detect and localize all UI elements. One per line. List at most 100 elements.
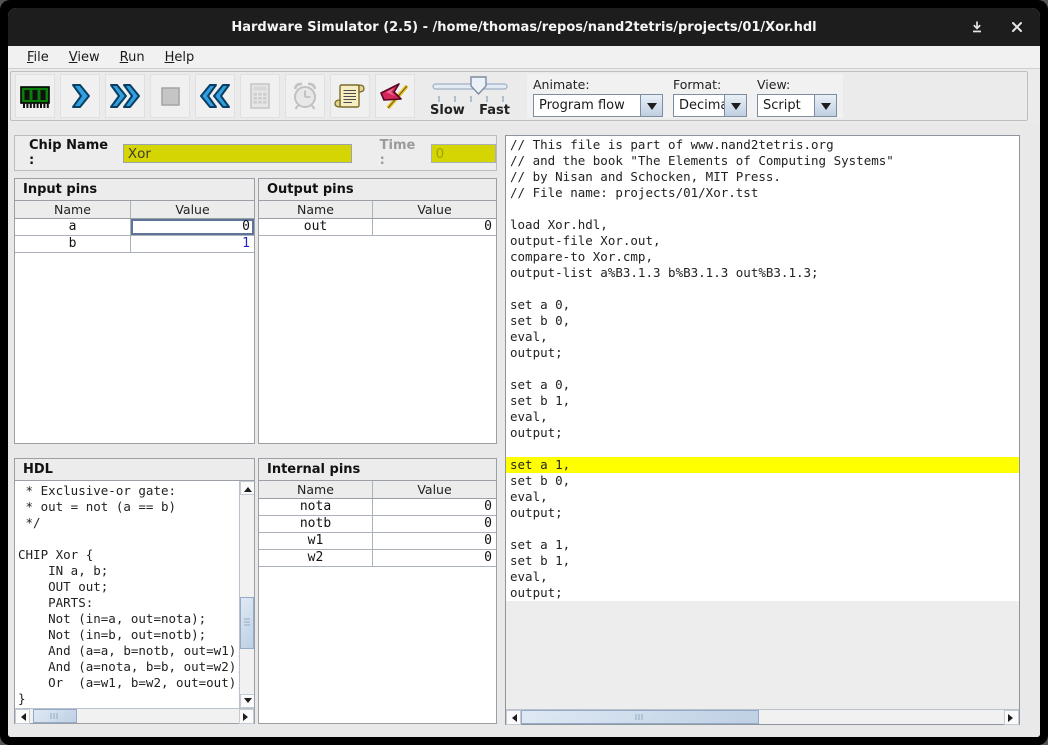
speed-slider-track bbox=[430, 75, 510, 105]
scroll-track[interactable] bbox=[30, 709, 239, 723]
view-selected-value: Script bbox=[758, 95, 814, 116]
value-column-header: Value bbox=[131, 201, 254, 218]
calculator-button[interactable] bbox=[240, 74, 280, 118]
output-pins-panel: Output pins Name Value out 0 bbox=[258, 178, 497, 444]
stop-icon bbox=[154, 80, 186, 112]
script-line: output; bbox=[506, 505, 1019, 521]
breakpoints-button[interactable] bbox=[375, 74, 415, 118]
pin-name-cell: w2 bbox=[259, 550, 373, 566]
main-content: Chip Name : Xor Time : 0 Input pins Name… bbox=[8, 123, 1040, 737]
scroll-thumb[interactable] bbox=[33, 709, 77, 723]
script-line: set b 1, bbox=[506, 553, 1019, 569]
script-line: output; bbox=[506, 345, 1019, 361]
menu-file[interactable]: File bbox=[18, 48, 58, 67]
titlebar-buttons bbox=[968, 8, 1026, 46]
format-dropdown-arrow-icon[interactable] bbox=[724, 95, 746, 116]
chip-icon bbox=[18, 80, 52, 112]
hdl-line: CHIP Xor { bbox=[18, 547, 239, 563]
pin-row-out: out 0 bbox=[259, 219, 496, 236]
menu-help[interactable]: Help bbox=[156, 48, 204, 67]
scroll-thumb[interactable] bbox=[240, 597, 254, 649]
hdl-line: * Exclusive-or gate: bbox=[18, 483, 239, 499]
scroll-right-button[interactable] bbox=[239, 709, 254, 724]
view-select[interactable]: Script bbox=[757, 94, 837, 117]
script-line bbox=[506, 521, 1019, 537]
script-line bbox=[506, 361, 1019, 377]
script-line: // This file is part of www.nand2tetris.… bbox=[506, 137, 1019, 153]
pin-value-cell[interactable]: 1 bbox=[131, 236, 254, 252]
close-button[interactable] bbox=[1008, 18, 1026, 36]
animate-select[interactable]: Program flow bbox=[533, 94, 663, 117]
script-line: output-list a%B3.1.3 b%B3.1.3 out%B3.1.3… bbox=[506, 265, 1019, 281]
clock-button[interactable] bbox=[285, 74, 325, 118]
scroll-track[interactable] bbox=[240, 495, 254, 694]
script-line: set a 1, bbox=[506, 537, 1019, 553]
speed-slider[interactable]: Slow Fast bbox=[430, 75, 510, 118]
menu-view[interactable]: View bbox=[60, 48, 109, 67]
minimize-button[interactable] bbox=[968, 18, 986, 36]
pin-value-cell[interactable]: 0 bbox=[131, 219, 254, 235]
script-line: set a 0, bbox=[506, 377, 1019, 393]
script-line: eval, bbox=[506, 409, 1019, 425]
scroll-track[interactable] bbox=[521, 710, 1004, 724]
pin-name-cell: b bbox=[15, 236, 131, 252]
scroll-up-button[interactable] bbox=[240, 481, 254, 495]
pin-name-cell: a bbox=[15, 219, 131, 235]
hdl-line: Or (a=w1, b=w2, out=out); bbox=[18, 675, 239, 691]
calculator-icon bbox=[244, 80, 276, 112]
hdl-horizontal-scrollbar[interactable] bbox=[15, 708, 254, 723]
pin-name-cell: nota bbox=[259, 499, 373, 515]
pin-row-w1: w1 0 bbox=[259, 533, 496, 550]
format-select[interactable]: Decimal bbox=[673, 94, 747, 117]
internal-pins-panel: Internal pins Name Value nota 0 notb 0 bbox=[258, 458, 497, 724]
script-line: // by Nisan and Schocken, MIT Press. bbox=[506, 169, 1019, 185]
single-step-icon bbox=[64, 80, 96, 112]
load-script-button[interactable] bbox=[330, 74, 370, 118]
script-line: eval, bbox=[506, 489, 1019, 505]
scroll-left-button[interactable] bbox=[506, 710, 521, 725]
chip-name-field[interactable]: Xor bbox=[123, 144, 352, 163]
table-header: Name Value bbox=[259, 201, 496, 219]
hdl-code-view: * Exclusive-or gate: * out = not (a == b… bbox=[15, 481, 239, 708]
scroll-right-button[interactable] bbox=[1004, 710, 1019, 725]
scroll-down-button[interactable] bbox=[240, 694, 254, 708]
script-view: // This file is part of www.nand2tetris.… bbox=[506, 136, 1019, 601]
combo-group: Animate: Program flow Format: Decimal bbox=[527, 74, 843, 118]
toolbar: Slow Fast Animate: Program flow Format: bbox=[8, 69, 1040, 123]
scroll-left-button[interactable] bbox=[15, 709, 30, 724]
run-button[interactable] bbox=[105, 74, 145, 118]
scroll-thumb[interactable] bbox=[521, 710, 759, 724]
time-field: 0 bbox=[431, 144, 496, 163]
hdl-vertical-scrollbar[interactable] bbox=[239, 481, 254, 708]
table-header: Name Value bbox=[15, 201, 254, 219]
value-column-header: Value bbox=[373, 481, 496, 498]
output-pins-table: Name Value out 0 bbox=[259, 201, 496, 236]
script-line: set a 0, bbox=[506, 297, 1019, 313]
script-line: load Xor.hdl, bbox=[506, 217, 1019, 233]
script-line: set b 1, bbox=[506, 393, 1019, 409]
time-label: Time : bbox=[380, 138, 425, 168]
hdl-line: Not (in=a, out=nota); bbox=[18, 611, 239, 627]
reset-button[interactable] bbox=[195, 74, 235, 118]
slider-fast-label: Fast bbox=[479, 103, 510, 118]
name-column-header: Name bbox=[259, 201, 373, 218]
stop-button[interactable] bbox=[150, 74, 190, 118]
chip-bar: Chip Name : Xor Time : 0 bbox=[14, 135, 497, 171]
window-frame: Hardware Simulator (2.5) - /home/thomas/… bbox=[0, 0, 1048, 745]
view-dropdown-arrow-icon[interactable] bbox=[814, 95, 836, 116]
rewind-icon bbox=[198, 80, 232, 112]
menu-run[interactable]: Run bbox=[111, 48, 154, 67]
pin-row-b: b 1 bbox=[15, 236, 254, 253]
script-line: compare-to Xor.cmp, bbox=[506, 249, 1019, 265]
animate-dropdown-arrow-icon[interactable] bbox=[640, 95, 662, 116]
hdl-line: * out = not (a == b) bbox=[18, 499, 239, 515]
name-column-header: Name bbox=[259, 481, 373, 498]
table-header: Name Value bbox=[259, 481, 496, 499]
hdl-line: Not (in=b, out=notb); bbox=[18, 627, 239, 643]
script-empty-area bbox=[506, 601, 1019, 709]
hdl-line: } bbox=[18, 691, 239, 707]
load-chip-button[interactable] bbox=[15, 74, 55, 118]
single-step-button[interactable] bbox=[60, 74, 100, 118]
chip-name-label: Chip Name : bbox=[29, 138, 117, 168]
script-horizontal-scrollbar[interactable] bbox=[506, 709, 1019, 724]
